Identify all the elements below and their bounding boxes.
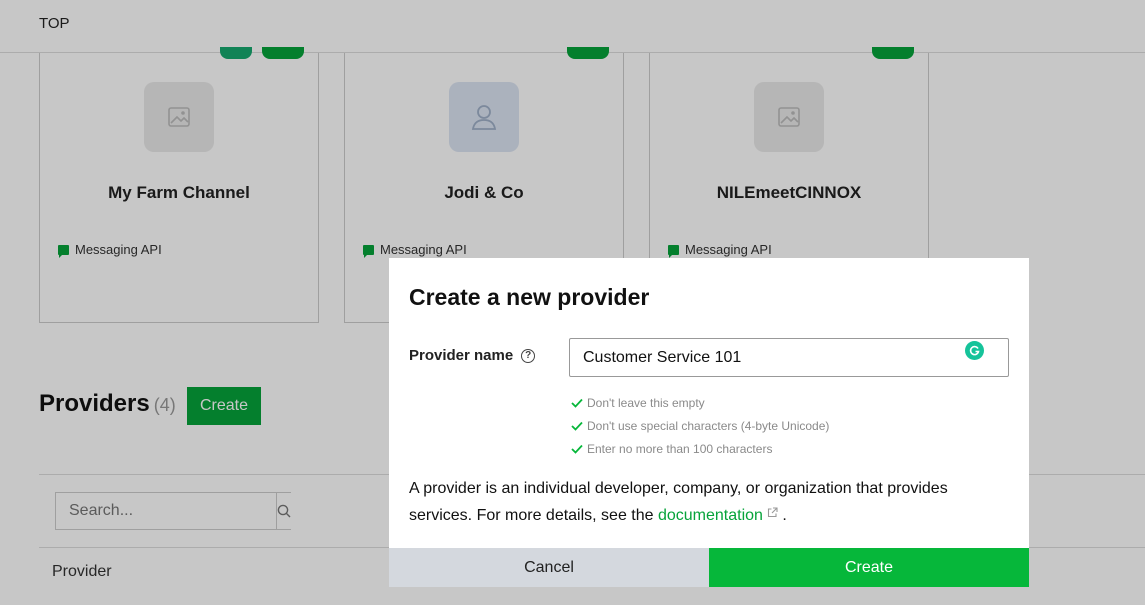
description-end: . [777,507,787,524]
dialog-description: A provider is an individual developer, c… [409,475,1009,529]
help-icon[interactable]: ? [521,348,536,363]
validation-rules: Don't leave this empty Don't use special… [571,391,829,460]
rule-text: Enter no more than 100 characters [587,441,773,456]
rule-text: Don't leave this empty [587,395,705,410]
cancel-button[interactable]: Cancel [389,548,709,587]
validation-rule: Don't use special characters (4-byte Uni… [571,414,829,437]
field-label-text: Provider name [409,347,514,364]
validation-rule: Don't leave this empty [571,391,829,414]
provider-name-label: Provider name ? [409,347,536,364]
validation-rule: Enter no more than 100 characters [571,437,829,460]
external-link-icon [767,507,778,518]
check-icon [571,444,583,454]
grammarly-icon[interactable] [965,341,984,360]
create-button[interactable]: Create [709,548,1029,587]
create-provider-dialog: Create a new provider Provider name ? Do… [389,258,1029,587]
dialog-title: Create a new provider [409,284,650,310]
check-icon [571,421,583,431]
provider-name-input[interactable] [569,338,1009,377]
rule-text: Don't use special characters (4-byte Uni… [587,418,830,433]
documentation-link[interactable]: documentation [658,507,763,524]
check-icon [571,398,583,408]
